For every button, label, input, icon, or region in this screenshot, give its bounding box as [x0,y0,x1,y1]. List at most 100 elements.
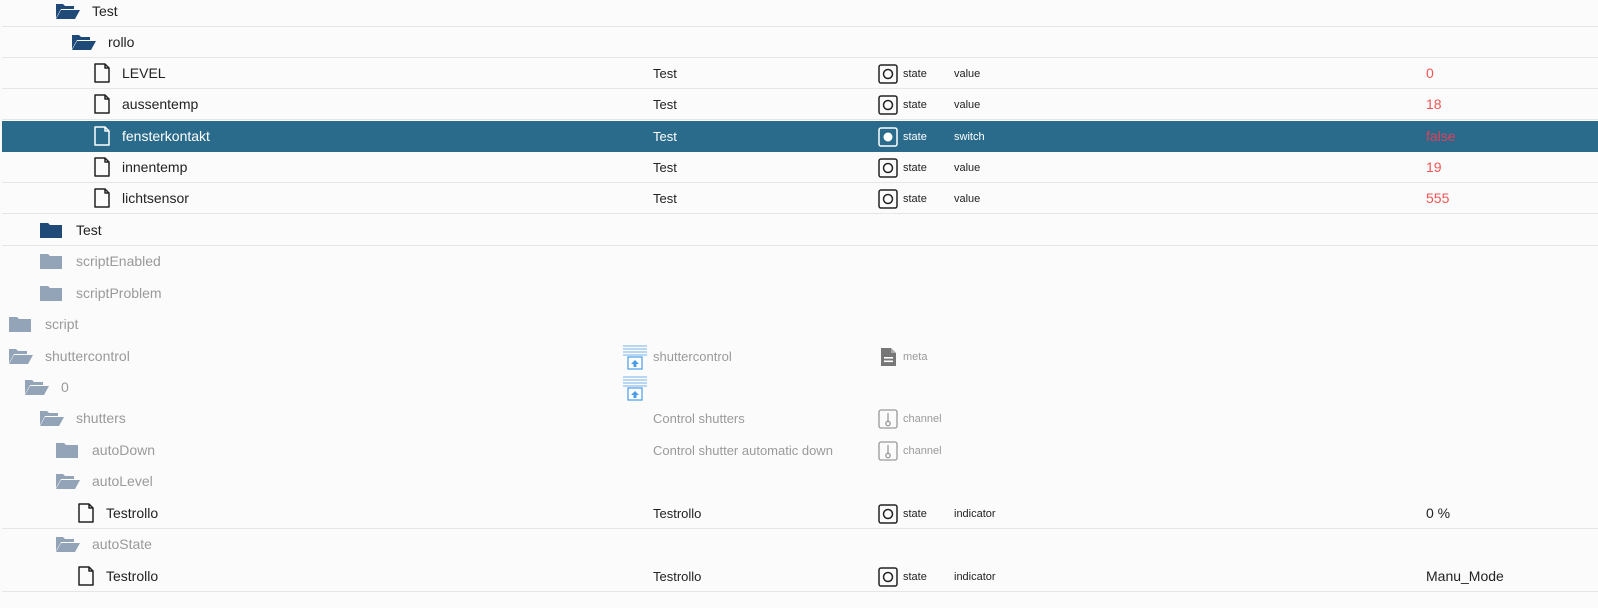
tree-row[interactable]: autoDown Control shutter automatic down … [2,435,1598,466]
row-type: state [903,99,927,111]
tree-row[interactable]: rollo [2,27,1598,58]
row-role: value [954,193,981,205]
tree-row[interactable]: 0 [2,372,1598,403]
row-value[interactable]: 0 [1426,65,1434,81]
row-description: Test [653,97,677,112]
shutter-adapter-icon [621,374,649,402]
row-description: Test [653,191,677,206]
row-description: Testrollo [653,506,702,521]
tree-row[interactable]: autoState [2,529,1598,560]
row-description: Control shutter automatic down [653,443,833,458]
row-description: Control shutters [653,411,745,426]
tree-row[interactable]: lichtsensor Test state value 555 [2,183,1598,214]
folder-icon[interactable] [39,283,65,303]
row-name: LEVEL [122,65,166,81]
row-name: aussentemp [122,96,199,112]
row-value[interactable]: 18 [1426,96,1442,112]
row-name: autoState [92,536,152,552]
tree-row[interactable]: Test [2,215,1598,246]
channel-icon [878,409,898,429]
file-icon [90,63,116,83]
row-type: state [903,193,927,205]
state-icon [878,127,898,147]
row-value[interactable]: Manu_Mode [1426,568,1504,584]
row-name: Testrollo [106,505,159,521]
tree-row-selected[interactable]: fensterkontakt Test state switch false [2,121,1598,152]
row-role: indicator [954,508,996,520]
tree-row[interactable]: LEVEL Test state value 0 [2,58,1598,89]
row-description: Test [653,160,677,175]
channel-icon [878,441,898,461]
tree-row[interactable]: Testrollo Testrollo state indicator Manu… [2,561,1598,592]
row-name: Test [92,3,118,19]
row-description: Testrollo [653,569,702,584]
folder-icon[interactable] [39,220,65,240]
row-type: channel [903,413,942,425]
row-role: switch [954,131,985,143]
row-type: state [903,571,927,583]
row-role: value [954,162,981,174]
tree-row[interactable]: aussentemp Test state value 18 [2,89,1598,120]
row-role: value [954,68,981,80]
row-name: innentemp [122,159,188,175]
row-description: Test [653,66,677,81]
row-value[interactable]: 19 [1426,159,1442,175]
file-icon [90,94,116,114]
folder-open-icon[interactable] [55,471,81,491]
row-type: state [903,508,927,520]
state-icon [878,504,898,524]
tree-row[interactable]: autoLevel [2,466,1598,497]
row-description: shuttercontrol [653,349,732,364]
file-icon [90,157,116,177]
state-icon [878,95,898,115]
tree-row[interactable]: Test [2,0,1598,27]
row-type: channel [903,445,942,457]
state-icon [878,567,898,587]
row-type: state [903,131,927,143]
folder-open-icon[interactable] [55,534,81,554]
row-name: Testrollo [106,568,159,584]
row-name: script [45,316,79,332]
row-description: Test [653,129,677,144]
folder-open-icon[interactable] [71,32,97,52]
row-type: state [903,68,927,80]
file-icon [90,188,116,208]
row-role: value [954,99,981,111]
state-icon [878,64,898,84]
tree-row[interactable]: innentemp Test state value 19 [2,152,1598,183]
state-icon [878,158,898,178]
row-value[interactable]: 0 % [1426,505,1450,521]
tree-row[interactable]: scriptProblem [2,278,1598,309]
tree-row[interactable]: shutters Control shutters channel [2,403,1598,434]
row-name: rollo [108,34,135,50]
folder-icon[interactable] [55,440,81,460]
row-name: lichtsensor [122,190,189,206]
tree-row[interactable]: script [2,309,1598,340]
shutter-adapter-icon [621,343,649,371]
row-role: indicator [954,571,996,583]
folder-open-icon[interactable] [8,346,34,366]
row-name: scriptProblem [76,285,162,301]
row-name: Test [76,222,102,238]
folder-open-icon[interactable] [55,1,81,21]
file-icon [90,126,116,146]
row-name: shutters [76,410,126,426]
row-type: state [903,162,927,174]
row-value[interactable]: 555 [1426,190,1449,206]
folder-icon[interactable] [39,251,65,271]
tree-row[interactable]: Testrollo Testrollo state indicator 0 % [2,498,1598,529]
state-icon [878,189,898,209]
meta-icon [878,347,898,367]
folder-open-icon[interactable] [39,408,65,428]
row-name: 0 [61,379,69,395]
row-name: scriptEnabled [76,253,161,269]
row-name: autoLevel [92,473,153,489]
tree-row[interactable]: shuttercontrol shuttercontrol meta [2,341,1598,372]
folder-icon[interactable] [8,314,34,334]
folder-open-icon[interactable] [24,377,50,397]
row-value[interactable]: false [1426,128,1456,144]
row-type: meta [903,351,928,363]
file-icon [74,566,100,586]
tree-row[interactable]: scriptEnabled [2,246,1598,277]
object-tree: Test rollo LEVEL Test state value 0 auss… [0,0,1598,608]
